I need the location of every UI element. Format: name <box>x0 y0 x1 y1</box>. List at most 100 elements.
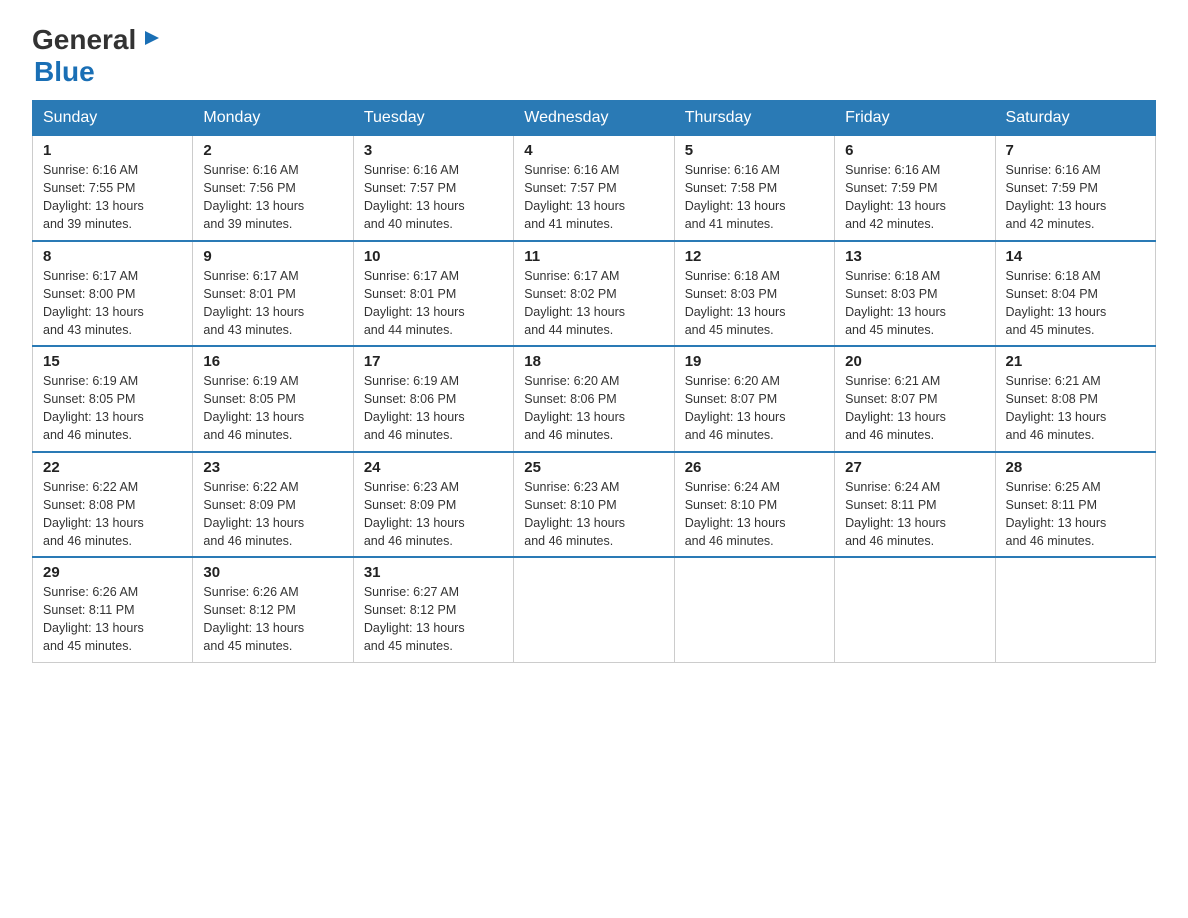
day-info: Sunrise: 6:18 AMSunset: 8:04 PMDaylight:… <box>1006 269 1107 337</box>
day-number: 1 <box>43 142 182 159</box>
day-number: 24 <box>364 459 503 476</box>
calendar-day-cell: 11 Sunrise: 6:17 AMSunset: 8:02 PMDaylig… <box>514 241 674 347</box>
day-info: Sunrise: 6:27 AMSunset: 8:12 PMDaylight:… <box>364 585 465 653</box>
calendar-day-cell <box>674 557 834 662</box>
day-info: Sunrise: 6:23 AMSunset: 8:10 PMDaylight:… <box>524 480 625 548</box>
weekday-header-thursday: Thursday <box>674 101 834 136</box>
day-number: 20 <box>845 353 984 370</box>
day-info: Sunrise: 6:24 AMSunset: 8:11 PMDaylight:… <box>845 480 946 548</box>
calendar-day-cell: 15 Sunrise: 6:19 AMSunset: 8:05 PMDaylig… <box>33 346 193 452</box>
calendar-day-cell: 2 Sunrise: 6:16 AMSunset: 7:56 PMDayligh… <box>193 136 353 241</box>
logo: General Blue <box>32 24 161 88</box>
calendar-day-cell: 9 Sunrise: 6:17 AMSunset: 8:01 PMDayligh… <box>193 241 353 347</box>
day-number: 4 <box>524 142 663 159</box>
day-info: Sunrise: 6:20 AMSunset: 8:06 PMDaylight:… <box>524 374 625 442</box>
calendar-week-row: 8 Sunrise: 6:17 AMSunset: 8:00 PMDayligh… <box>33 241 1156 347</box>
day-info: Sunrise: 6:26 AMSunset: 8:12 PMDaylight:… <box>203 585 304 653</box>
day-number: 2 <box>203 142 342 159</box>
day-info: Sunrise: 6:17 AMSunset: 8:02 PMDaylight:… <box>524 269 625 337</box>
day-info: Sunrise: 6:26 AMSunset: 8:11 PMDaylight:… <box>43 585 144 653</box>
calendar-day-cell: 31 Sunrise: 6:27 AMSunset: 8:12 PMDaylig… <box>353 557 513 662</box>
calendar-day-cell: 16 Sunrise: 6:19 AMSunset: 8:05 PMDaylig… <box>193 346 353 452</box>
day-info: Sunrise: 6:16 AMSunset: 7:57 PMDaylight:… <box>524 163 625 231</box>
calendar-day-cell: 14 Sunrise: 6:18 AMSunset: 8:04 PMDaylig… <box>995 241 1155 347</box>
calendar-day-cell: 19 Sunrise: 6:20 AMSunset: 8:07 PMDaylig… <box>674 346 834 452</box>
day-number: 19 <box>685 353 824 370</box>
weekday-header-sunday: Sunday <box>33 101 193 136</box>
day-number: 30 <box>203 564 342 581</box>
day-info: Sunrise: 6:22 AMSunset: 8:08 PMDaylight:… <box>43 480 144 548</box>
page-header: General Blue <box>32 24 1156 88</box>
calendar-day-cell: 10 Sunrise: 6:17 AMSunset: 8:01 PMDaylig… <box>353 241 513 347</box>
day-number: 29 <box>43 564 182 581</box>
day-info: Sunrise: 6:21 AMSunset: 8:07 PMDaylight:… <box>845 374 946 442</box>
day-number: 8 <box>43 248 182 265</box>
calendar-day-cell <box>514 557 674 662</box>
day-number: 3 <box>364 142 503 159</box>
calendar-day-cell: 20 Sunrise: 6:21 AMSunset: 8:07 PMDaylig… <box>835 346 995 452</box>
weekday-header-friday: Friday <box>835 101 995 136</box>
calendar-day-cell <box>835 557 995 662</box>
day-number: 10 <box>364 248 503 265</box>
calendar-day-cell: 22 Sunrise: 6:22 AMSunset: 8:08 PMDaylig… <box>33 452 193 558</box>
calendar-week-row: 1 Sunrise: 6:16 AMSunset: 7:55 PMDayligh… <box>33 136 1156 241</box>
day-number: 5 <box>685 142 824 159</box>
weekday-header-saturday: Saturday <box>995 101 1155 136</box>
day-number: 31 <box>364 564 503 581</box>
day-info: Sunrise: 6:17 AMSunset: 8:01 PMDaylight:… <box>364 269 465 337</box>
day-number: 22 <box>43 459 182 476</box>
day-number: 16 <box>203 353 342 370</box>
day-number: 26 <box>685 459 824 476</box>
calendar-day-cell: 21 Sunrise: 6:21 AMSunset: 8:08 PMDaylig… <box>995 346 1155 452</box>
day-info: Sunrise: 6:22 AMSunset: 8:09 PMDaylight:… <box>203 480 304 548</box>
weekday-header-wednesday: Wednesday <box>514 101 674 136</box>
day-info: Sunrise: 6:21 AMSunset: 8:08 PMDaylight:… <box>1006 374 1107 442</box>
day-number: 25 <box>524 459 663 476</box>
weekday-header-monday: Monday <box>193 101 353 136</box>
day-number: 15 <box>43 353 182 370</box>
calendar-day-cell: 17 Sunrise: 6:19 AMSunset: 8:06 PMDaylig… <box>353 346 513 452</box>
calendar-day-cell: 18 Sunrise: 6:20 AMSunset: 8:06 PMDaylig… <box>514 346 674 452</box>
calendar-week-row: 29 Sunrise: 6:26 AMSunset: 8:11 PMDaylig… <box>33 557 1156 662</box>
logo-arrow-icon <box>139 27 161 54</box>
logo-general: General <box>32 24 136 56</box>
day-info: Sunrise: 6:25 AMSunset: 8:11 PMDaylight:… <box>1006 480 1107 548</box>
day-info: Sunrise: 6:19 AMSunset: 8:06 PMDaylight:… <box>364 374 465 442</box>
calendar-day-cell: 7 Sunrise: 6:16 AMSunset: 7:59 PMDayligh… <box>995 136 1155 241</box>
calendar-day-cell: 5 Sunrise: 6:16 AMSunset: 7:58 PMDayligh… <box>674 136 834 241</box>
day-info: Sunrise: 6:18 AMSunset: 8:03 PMDaylight:… <box>685 269 786 337</box>
day-number: 7 <box>1006 142 1145 159</box>
day-info: Sunrise: 6:19 AMSunset: 8:05 PMDaylight:… <box>43 374 144 442</box>
calendar-day-cell: 6 Sunrise: 6:16 AMSunset: 7:59 PMDayligh… <box>835 136 995 241</box>
day-number: 27 <box>845 459 984 476</box>
day-info: Sunrise: 6:17 AMSunset: 8:00 PMDaylight:… <box>43 269 144 337</box>
day-number: 17 <box>364 353 503 370</box>
day-info: Sunrise: 6:20 AMSunset: 8:07 PMDaylight:… <box>685 374 786 442</box>
calendar-week-row: 22 Sunrise: 6:22 AMSunset: 8:08 PMDaylig… <box>33 452 1156 558</box>
weekday-header-row: SundayMondayTuesdayWednesdayThursdayFrid… <box>33 101 1156 136</box>
calendar-day-cell: 28 Sunrise: 6:25 AMSunset: 8:11 PMDaylig… <box>995 452 1155 558</box>
day-number: 14 <box>1006 248 1145 265</box>
day-number: 12 <box>685 248 824 265</box>
calendar-day-cell <box>995 557 1155 662</box>
day-number: 9 <box>203 248 342 265</box>
day-info: Sunrise: 6:24 AMSunset: 8:10 PMDaylight:… <box>685 480 786 548</box>
day-number: 6 <box>845 142 984 159</box>
day-info: Sunrise: 6:16 AMSunset: 7:59 PMDaylight:… <box>1006 163 1107 231</box>
day-number: 18 <box>524 353 663 370</box>
day-info: Sunrise: 6:16 AMSunset: 7:59 PMDaylight:… <box>845 163 946 231</box>
calendar-day-cell: 26 Sunrise: 6:24 AMSunset: 8:10 PMDaylig… <box>674 452 834 558</box>
day-number: 13 <box>845 248 984 265</box>
day-info: Sunrise: 6:16 AMSunset: 7:57 PMDaylight:… <box>364 163 465 231</box>
calendar-day-cell: 12 Sunrise: 6:18 AMSunset: 8:03 PMDaylig… <box>674 241 834 347</box>
day-info: Sunrise: 6:19 AMSunset: 8:05 PMDaylight:… <box>203 374 304 442</box>
weekday-header-tuesday: Tuesday <box>353 101 513 136</box>
day-info: Sunrise: 6:16 AMSunset: 7:56 PMDaylight:… <box>203 163 304 231</box>
day-number: 28 <box>1006 459 1145 476</box>
day-info: Sunrise: 6:16 AMSunset: 7:55 PMDaylight:… <box>43 163 144 231</box>
calendar-day-cell: 30 Sunrise: 6:26 AMSunset: 8:12 PMDaylig… <box>193 557 353 662</box>
calendar-table: SundayMondayTuesdayWednesdayThursdayFrid… <box>32 100 1156 663</box>
calendar-day-cell: 25 Sunrise: 6:23 AMSunset: 8:10 PMDaylig… <box>514 452 674 558</box>
day-number: 21 <box>1006 353 1145 370</box>
day-info: Sunrise: 6:23 AMSunset: 8:09 PMDaylight:… <box>364 480 465 548</box>
